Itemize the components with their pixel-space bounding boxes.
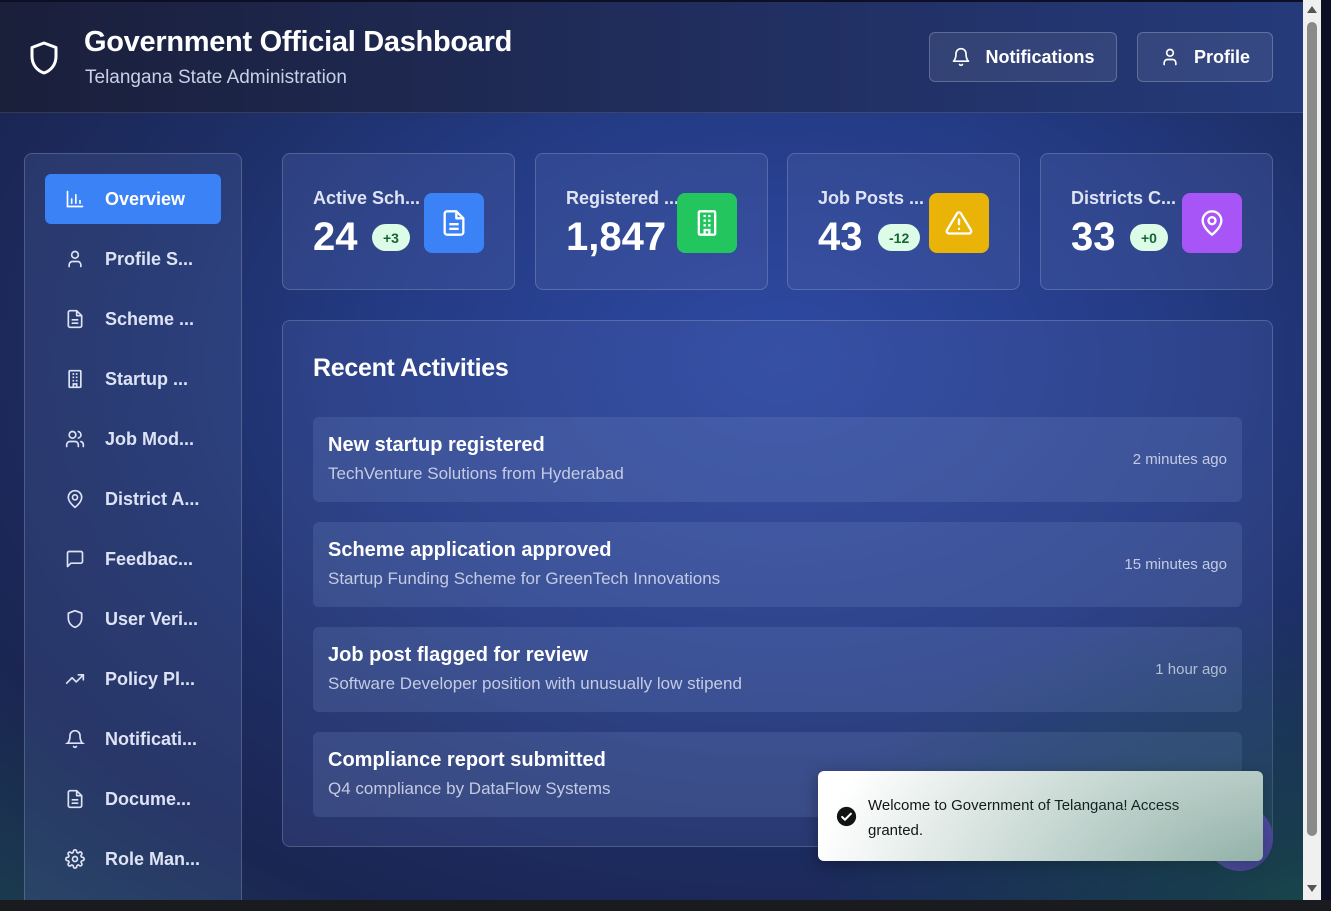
sidebar-item-label: Overview xyxy=(105,188,186,209)
recent-activities-panel: Recent Activities New startup registered… xyxy=(282,320,1273,847)
sidebar-item-district[interactable]: District A... xyxy=(45,474,221,524)
stat-icon-box xyxy=(1182,193,1242,253)
check-circle-icon xyxy=(836,806,857,827)
sidebar-item-label: Startup ... xyxy=(105,368,189,389)
sidebar: Overview Profile S... Scheme ... Startup… xyxy=(24,153,242,900)
sidebar-item-job[interactable]: Job Mod... xyxy=(45,414,221,464)
activity-item[interactable]: Job post flagged for review Software Dev… xyxy=(313,627,1242,712)
document-icon xyxy=(67,789,83,809)
sidebar-item-user-verification[interactable]: User Veri... xyxy=(45,594,221,644)
map-pin-icon xyxy=(67,489,83,509)
building-icon xyxy=(697,210,717,236)
sidebar-item-scheme[interactable]: Scheme ... xyxy=(45,294,221,344)
activity-time: 2 minutes ago xyxy=(1132,451,1227,468)
document-icon xyxy=(67,309,83,329)
activity-title: Job post flagged for review xyxy=(328,644,589,666)
bell-icon xyxy=(953,47,970,67)
stat-icon-box xyxy=(424,193,484,253)
profile-label: Profile xyxy=(1193,46,1250,67)
gear-icon xyxy=(65,849,85,869)
scroll-up-arrow-icon[interactable] xyxy=(1307,6,1317,13)
activity-item[interactable]: Scheme application approved Startup Fund… xyxy=(313,522,1242,607)
stat-card-registered-startups[interactable]: Registered ... + 1,847 xyxy=(535,153,768,290)
scrollbar-thumb[interactable] xyxy=(1307,22,1317,836)
page-title: Government Official Dashboard xyxy=(84,26,512,58)
app-window: Government Official Dashboard Telangana … xyxy=(0,2,1303,900)
stat-value: 1,847 xyxy=(566,215,667,259)
sidebar-item-label: Docume... xyxy=(105,788,192,809)
activity-description: TechVenture Solutions from Hyderabad xyxy=(328,464,624,483)
activity-description: Startup Funding Scheme for GreenTech Inn… xyxy=(328,569,721,588)
header: Government Official Dashboard Telangana … xyxy=(0,2,1303,113)
activity-time: 1 hour ago xyxy=(1155,661,1227,678)
building-icon xyxy=(68,369,82,389)
stat-change-badge: +0 xyxy=(1130,224,1168,251)
sidebar-item-documents[interactable]: Docume... xyxy=(45,774,221,824)
activity-description: Software Developer position with unusual… xyxy=(328,674,742,693)
sidebar-item-label: Role Man... xyxy=(105,848,201,869)
warning-icon xyxy=(945,211,973,235)
stat-card-active-schemes[interactable]: Active Sch... 24 +3 xyxy=(282,153,515,290)
activity-title: Scheme application approved xyxy=(328,539,612,561)
sidebar-item-label: Profile S... xyxy=(105,248,194,269)
sidebar-item-label: User Veri... xyxy=(105,608,199,629)
welcome-toast: Welcome to Government of Telangana! Acce… xyxy=(818,771,1263,861)
sidebar-item-label: Scheme ... xyxy=(105,308,195,329)
activity-title: Compliance report submitted xyxy=(328,749,606,771)
user-icon xyxy=(68,250,82,268)
page-subtitle: Telangana State Administration xyxy=(85,67,347,88)
bell-icon xyxy=(65,729,85,749)
stat-label: Districts C... xyxy=(1071,188,1177,208)
stat-change-badge: -12 xyxy=(878,224,921,251)
users-icon xyxy=(65,430,85,448)
sidebar-item-feedback[interactable]: Feedbac... xyxy=(45,534,221,584)
stat-icon-box xyxy=(929,193,989,253)
stat-change-badge: +3 xyxy=(372,224,410,251)
message-icon xyxy=(66,550,84,568)
stat-icon-box xyxy=(677,193,737,253)
activity-description: Q4 compliance by DataFlow Systems xyxy=(328,779,611,798)
sidebar-item-overview[interactable]: Overview xyxy=(45,174,221,224)
sidebar-item-startup[interactable]: Startup ... xyxy=(45,354,221,404)
stat-card-districts[interactable]: Districts C... 33 +0 xyxy=(1040,153,1273,290)
window-bottom-edge xyxy=(0,900,1331,911)
stat-label: Active Sch... xyxy=(313,188,421,208)
bar-chart-icon xyxy=(66,190,84,208)
notifications-label: Notifications xyxy=(985,46,1095,67)
profile-button[interactable]: Profile xyxy=(1137,32,1273,82)
toast-message: Welcome to Government of Telangana! Acce… xyxy=(868,797,1180,839)
sidebar-item-label: Policy Pl... xyxy=(105,668,196,689)
recent-activities-title: Recent Activities xyxy=(313,354,509,382)
window-edge xyxy=(1321,0,1331,911)
sidebar-item-policy[interactable]: Policy Pl... xyxy=(45,654,221,704)
stat-card-job-posts[interactable]: Job Posts ... 43 -12 xyxy=(787,153,1020,290)
sidebar-item-label: Job Mod... xyxy=(105,428,194,449)
sidebar-item-notifications[interactable]: Notificati... xyxy=(45,714,221,764)
stat-label: Registered ... xyxy=(566,188,680,208)
scroll-down-arrow-icon[interactable] xyxy=(1307,885,1317,892)
stat-value: 24 xyxy=(313,215,358,259)
activity-time: 15 minutes ago xyxy=(1124,556,1227,573)
vertical-scrollbar[interactable] xyxy=(1303,0,1321,900)
activity-title: New startup registered xyxy=(328,434,545,456)
sidebar-item-label: Feedbac... xyxy=(105,548,194,569)
shield-logo-icon xyxy=(30,41,58,75)
sidebar-item-label: Notificati... xyxy=(105,728,198,749)
stat-value: 43 xyxy=(818,215,863,259)
stat-label: Job Posts ... xyxy=(818,188,925,208)
shield-icon xyxy=(67,609,83,629)
trending-up-icon xyxy=(65,674,85,684)
user-icon xyxy=(1163,48,1177,66)
sidebar-item-role-management[interactable]: Role Man... xyxy=(45,834,221,884)
notifications-button[interactable]: Notifications xyxy=(929,32,1117,82)
activity-item[interactable]: New startup registered TechVenture Solut… xyxy=(313,417,1242,502)
stat-value: 33 xyxy=(1071,215,1116,259)
sidebar-item-label: District A... xyxy=(105,488,200,509)
sidebar-item-profile[interactable]: Profile S... xyxy=(45,234,221,284)
document-icon xyxy=(443,210,465,236)
map-pin-icon xyxy=(1201,210,1223,237)
